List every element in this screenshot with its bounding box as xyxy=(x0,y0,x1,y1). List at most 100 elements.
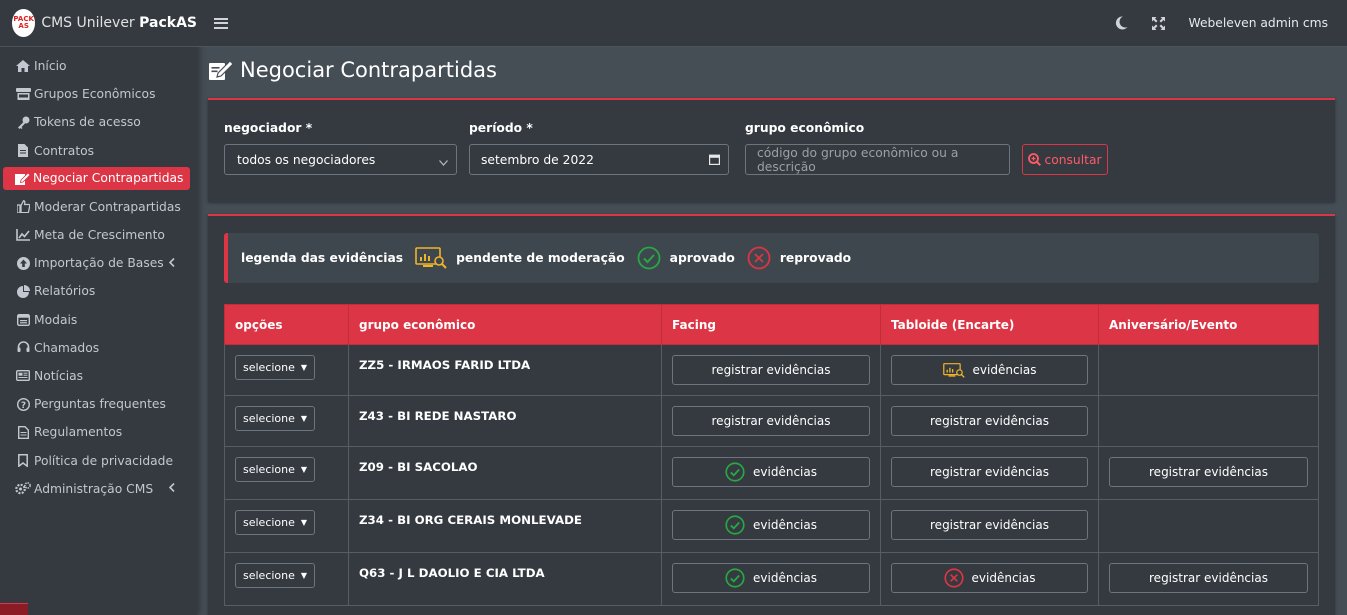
approved-icon xyxy=(637,246,661,270)
evidencias-button[interactable]: evidências xyxy=(672,510,870,540)
rejected-icon xyxy=(747,246,771,270)
brand[interactable]: PACK AS CMS Unilever PackAS xyxy=(0,0,197,47)
sidebar-item-politica[interactable]: Política de privacidade xyxy=(0,446,197,474)
evidencias-button[interactable]: evidências xyxy=(672,457,870,487)
fullscreen-icon[interactable] xyxy=(1151,16,1165,30)
selecione-dropdown[interactable]: selecione ▼ xyxy=(235,457,316,482)
aniversario-cell: registrar evidências xyxy=(1098,552,1319,606)
registrar-evidencias-button[interactable]: registrar evidências xyxy=(891,510,1088,540)
sidebar-item-meta[interactable]: Meta de Crescimento xyxy=(0,221,197,249)
button-label: registrar evidências xyxy=(930,465,1049,479)
grupo-cell: Z34 - BI ORG CERAIS MONLEVADE xyxy=(348,499,662,553)
sidebar-item-regulamentos[interactable]: Regulamentos xyxy=(0,418,197,446)
sidebar-item-relatorios[interactable]: Relatórios xyxy=(0,277,197,305)
selecione-dropdown[interactable]: selecione ▼ xyxy=(235,510,316,535)
tabloide-cell: evidências xyxy=(880,552,1099,606)
tabloide-cell: registrar evidências xyxy=(880,395,1099,447)
button-label: registrar evidências xyxy=(1149,571,1268,585)
sidebar-item-contratos[interactable]: Contratos xyxy=(0,137,197,165)
registrar-evidencias-button[interactable]: registrar evidências xyxy=(891,406,1088,436)
sidebar-item-label: Chamados xyxy=(34,340,100,355)
sidebar-item-administracao[interactable]: Administração CMS xyxy=(0,475,197,503)
question-icon: ? xyxy=(15,397,31,411)
sidebar-item-modais[interactable]: Modais xyxy=(0,306,197,334)
consultar-button[interactable]: consultar xyxy=(1022,144,1108,175)
selecione-dropdown[interactable]: selecione ▼ xyxy=(235,563,316,588)
pending-moderation-icon xyxy=(415,247,447,269)
edit-icon xyxy=(209,60,234,80)
pie-chart-icon xyxy=(15,284,31,298)
registrar-evidencias-button[interactable]: registrar evidências xyxy=(1109,563,1308,593)
button-label: evidências xyxy=(753,465,817,479)
user-menu[interactable]: Webeleven admin cms xyxy=(1189,16,1329,30)
button-label: evidências xyxy=(971,571,1036,585)
button-label: registrar evidências xyxy=(1149,465,1268,479)
sidebar-item-moderar[interactable]: Moderar Contrapartidas xyxy=(0,193,197,221)
sidebar-item-noticias[interactable]: Notícias xyxy=(0,362,197,390)
calendar-icon[interactable] xyxy=(709,154,721,168)
col-grupo: grupo econômico xyxy=(348,304,662,345)
approved-icon xyxy=(725,462,745,482)
registrar-evidencias-button[interactable]: registrar evidências xyxy=(891,457,1088,487)
legend-pendente: pendente de moderação xyxy=(456,251,625,265)
window-icon xyxy=(15,313,31,326)
facing-cell: evidências xyxy=(661,552,881,606)
registrar-evidencias-button[interactable]: registrar evidências xyxy=(672,355,870,385)
sidebar-item-label: Política de privacidade xyxy=(34,453,174,468)
key-icon xyxy=(15,116,31,129)
sidebar-footer xyxy=(0,603,28,615)
facing-cell: registrar evidências xyxy=(661,395,881,447)
evidencias-button[interactable]: evidências xyxy=(891,563,1088,593)
negociador-select[interactable]: todos os negociadores xyxy=(224,144,457,175)
button-label: evidências xyxy=(753,518,817,532)
sidebar-item-tokens[interactable]: Tokens de acesso xyxy=(0,108,197,136)
moon-icon[interactable] xyxy=(1115,16,1128,30)
negociador-value: todos os negociadores xyxy=(237,152,376,167)
registrar-evidencias-button[interactable]: registrar evidências xyxy=(1109,457,1308,487)
sidebar-item-inicio[interactable]: Início xyxy=(0,52,197,80)
grupo-search-input[interactable]: código do grupo econômico ou a descrição xyxy=(745,144,1010,175)
evidencias-button[interactable]: evidências xyxy=(672,563,870,593)
selecione-dropdown[interactable]: selecione ▼ xyxy=(235,355,316,380)
sidebar-item-importacao[interactable]: Importação de Bases xyxy=(0,249,197,277)
button-label: evidências xyxy=(753,571,817,585)
sidebar-item-label: Meta de Crescimento xyxy=(34,228,165,243)
sidebar-item-label: Contratos xyxy=(34,143,95,158)
chart-line-icon xyxy=(15,229,31,241)
page-title: Negociar Contrapartidas xyxy=(208,58,497,82)
aniversario-cell xyxy=(1098,395,1319,447)
thumbs-up-icon xyxy=(15,200,31,214)
sidebar-item-grupos[interactable]: Grupos Econômicos xyxy=(0,80,197,108)
col-opcoes: opções xyxy=(224,304,349,345)
options-cell: selecione ▼ xyxy=(224,499,349,553)
button-label: registrar evidências xyxy=(930,414,1049,428)
pending-moderation-icon xyxy=(942,362,965,378)
periodo-input[interactable]: setembro de 2022 xyxy=(469,144,729,175)
home-icon xyxy=(15,60,31,73)
button-label: registrar evidências xyxy=(930,518,1049,532)
registrar-evidencias-button[interactable]: registrar evidências xyxy=(672,406,870,436)
sidebar-item-label: Administração CMS xyxy=(34,481,154,496)
legend-aprovado: aprovado xyxy=(669,251,735,265)
newspaper-icon xyxy=(15,370,31,382)
cogs-icon xyxy=(15,482,31,495)
selecione-dropdown[interactable]: selecione ▼ xyxy=(235,406,316,431)
contrapartidas-table: opções grupo econômico Facing Tabloide (… xyxy=(224,304,1319,606)
options-cell: selecione ▼ xyxy=(224,552,349,606)
grupo-placeholder: código do grupo econômico ou a descrição xyxy=(757,145,959,174)
sidebar-item-chamados[interactable]: Chamados xyxy=(0,334,197,362)
sidebar-item-label: Regulamentos xyxy=(34,425,123,440)
menu-toggle-icon[interactable] xyxy=(214,15,228,31)
options-cell: selecione ▼ xyxy=(224,395,349,447)
results-card: legenda das evidências pendente de moder… xyxy=(208,214,1335,615)
sidebar-item-perguntas[interactable]: ? Perguntas frequentes xyxy=(0,390,197,418)
sidebar-item-label: Grupos Econômicos xyxy=(34,87,156,102)
grupo-cell: ZZ5 - IRMAOS FARID LTDA xyxy=(348,344,662,396)
table-row: selecione ▼ Z34 - BI ORG CERAIS MONLEVADE… xyxy=(224,499,1319,553)
sidebar-item-negociar[interactable]: Negociar Contrapartidas xyxy=(3,166,190,190)
sidebar-item-label: Início xyxy=(34,59,67,74)
evidencias-button[interactable]: evidências xyxy=(891,355,1088,385)
upload-icon xyxy=(15,256,31,270)
sidebar-item-label: Relatórios xyxy=(34,284,96,299)
file-icon xyxy=(15,144,31,158)
